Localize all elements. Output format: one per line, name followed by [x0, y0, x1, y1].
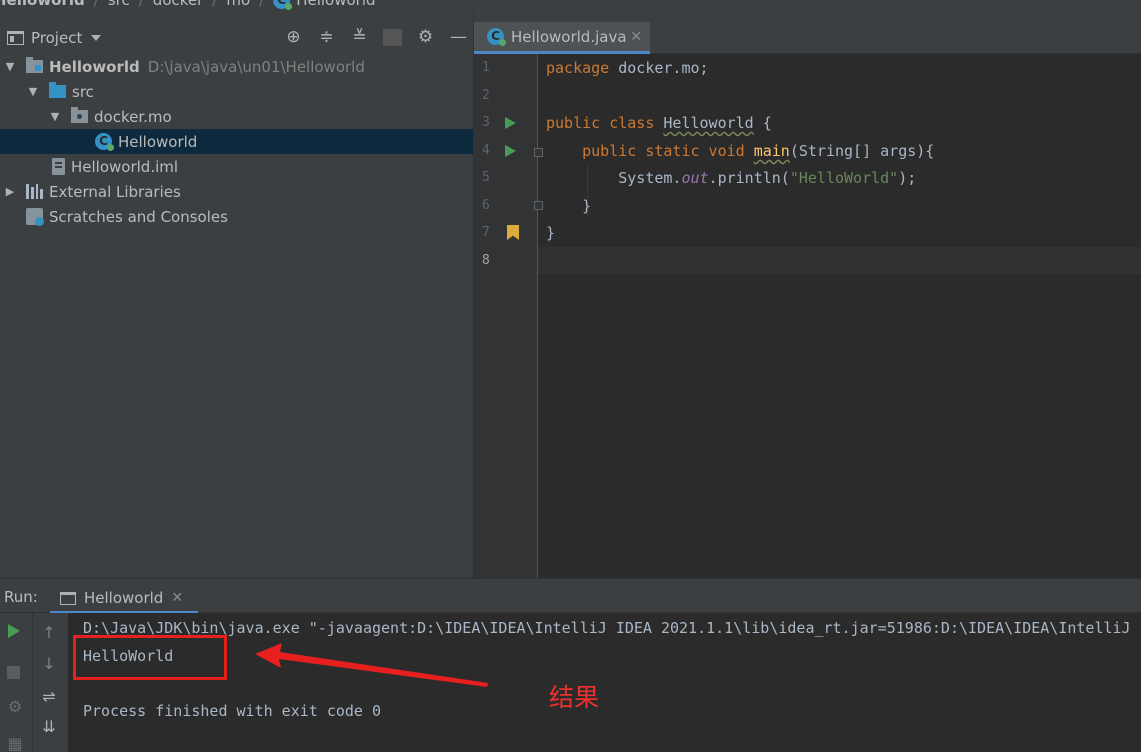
tree-item-class-selected[interactable]: C Helloworld	[0, 129, 473, 154]
code-line-5: System.out.println("HelloWorld");	[546, 169, 917, 187]
expand-all-icon[interactable]: ≑	[317, 25, 336, 50]
library-icon	[26, 184, 43, 199]
navigation-breadcrumb: Helloworld / src / docker / mo / C Hello…	[0, 0, 1141, 12]
tree-item-src[interactable]: ▼ src	[0, 79, 473, 104]
chevron-right-icon[interactable]: ▶	[2, 185, 18, 198]
bookmark-icon[interactable]	[507, 225, 519, 240]
console-icon	[60, 591, 76, 605]
chevron-down-icon	[91, 34, 102, 41]
module-folder-icon	[26, 57, 43, 73]
run-tool-window-header: Run: Helloworld ✕	[0, 578, 1141, 614]
project-path: D:\java\java\un01\Helloworld	[147, 57, 365, 76]
breadcrumb-item-src[interactable]: src	[108, 0, 130, 9]
editor-tab-label: Helloworld.java	[511, 27, 627, 46]
breadcrumb-separator: /	[93, 0, 99, 9]
tree-item-label: Helloworld	[118, 132, 198, 151]
line-number: 1	[482, 60, 490, 75]
soft-wrap-icon[interactable]: ⇌	[38, 687, 60, 706]
editor-tab-helloworld-java[interactable]: C Helloworld.java ✕	[474, 22, 650, 54]
breadcrumb-separator: /	[259, 0, 265, 9]
breadcrumb-item-class[interactable]: Helloworld	[296, 0, 375, 9]
arrow-down-icon[interactable]: ↓	[38, 654, 60, 673]
run-class-icon[interactable]	[505, 117, 516, 129]
tree-item-label: docker.mo	[94, 107, 172, 126]
scroll-to-end-icon[interactable]: ⇊	[38, 717, 60, 736]
line-number: 2	[482, 88, 490, 103]
project-view-selector[interactable]: Project	[7, 25, 102, 50]
tree-item-label: Helloworld.iml	[71, 157, 179, 176]
tree-item-label: External Libraries	[49, 182, 181, 201]
editor-tab-bar: C Helloworld.java ✕	[474, 12, 1141, 54]
tree-item-label: src	[72, 82, 94, 101]
project-panel-header: Project ⊕ ≑ ≚ ⚙ —	[0, 25, 474, 50]
breadcrumb-separator: /	[212, 0, 218, 9]
gear-icon[interactable]: ⚙	[416, 25, 435, 50]
chevron-down-icon[interactable]: ▼	[47, 110, 63, 123]
scratches-icon	[26, 208, 44, 226]
code-line-3: public class Helloworld {	[546, 114, 772, 132]
code-area[interactable]: package docker.mo; public class Hellowor…	[538, 54, 1141, 578]
console-line-exit: Process finished with exit code 0	[83, 702, 382, 720]
tree-item-iml-file[interactable]: Helloworld.iml	[0, 154, 473, 179]
java-class-icon: C	[95, 133, 114, 151]
run-main-icon[interactable]	[505, 145, 516, 157]
code-editor[interactable]: 1 2 3 4 5 6 7 8 package docker.mo; publi…	[474, 54, 1141, 578]
project-tool-window: Project ⊕ ≑ ≚ ⚙ — ▼ Helloworld D:\java\j…	[0, 12, 474, 578]
run-tab-label: Helloworld	[84, 589, 164, 607]
line-number: 6	[482, 198, 490, 213]
run-panel-label: Run:	[4, 588, 38, 606]
code-line-1: package docker.mo;	[546, 59, 709, 77]
stop-icon[interactable]	[7, 666, 20, 679]
editor-gutter: 1 2 3 4 5 6 7 8	[474, 54, 543, 578]
chevron-down-icon[interactable]: ▼	[25, 85, 41, 98]
line-number: 7	[482, 225, 490, 240]
tree-item-project-root[interactable]: ▼ Helloworld D:\java\java\un01\Helloworl…	[0, 54, 473, 79]
java-class-icon: C	[273, 0, 293, 10]
close-icon[interactable]: ✕	[630, 29, 642, 45]
line-number: 4	[482, 143, 490, 158]
run-console-output[interactable]: D:\Java\JDK\bin\java.exe "-javaagent:D:\…	[68, 613, 1141, 752]
toolbar-divider	[383, 29, 402, 46]
run-toolbar: ⚙ ▦ ↑ ↓ ⇌ ⇊	[0, 613, 68, 752]
annotation-highlight-box	[73, 635, 227, 680]
code-line-7: }	[546, 224, 556, 242]
console-line-command: D:\Java\JDK\bin\java.exe "-javaagent:D:\…	[83, 619, 1141, 637]
arrow-up-icon[interactable]: ↑	[38, 623, 60, 642]
tree-item-label: Scratches and Consoles	[49, 207, 228, 226]
source-folder-icon	[49, 82, 66, 98]
layout-icon[interactable]: ▦	[4, 734, 26, 752]
chevron-down-icon[interactable]: ▼	[2, 60, 18, 73]
toolbar-divider	[32, 613, 33, 752]
close-icon[interactable]: ✕	[171, 590, 183, 606]
line-number: 8	[482, 253, 490, 268]
package-folder-icon	[71, 107, 88, 123]
breadcrumb-item-project[interactable]: Helloworld	[0, 0, 85, 9]
java-class-icon: C	[487, 28, 506, 46]
annotation-label: 结果	[549, 683, 600, 712]
tree-item-package[interactable]: ▼ docker.mo	[0, 104, 473, 129]
project-tree: ▼ Helloworld D:\java\java\un01\Helloworl…	[0, 54, 473, 229]
module-file-icon	[52, 158, 65, 175]
code-line-4: public static void main(String[] args){	[582, 142, 935, 160]
project-panel-title: Project	[31, 28, 83, 47]
line-number: 5	[482, 170, 490, 185]
collapse-all-icon[interactable]: ≚	[350, 25, 369, 50]
locate-file-icon[interactable]: ⊕	[284, 25, 303, 50]
tree-item-label: Helloworld	[49, 57, 140, 76]
breadcrumb-item-docker[interactable]: docker	[153, 0, 204, 9]
breadcrumb-item-mo[interactable]: mo	[226, 0, 250, 9]
project-window-icon	[7, 30, 24, 45]
tree-item-external-libraries[interactable]: ▶ External Libraries	[0, 179, 473, 204]
tree-item-scratches[interactable]: Scratches and Consoles	[0, 204, 473, 229]
rerun-icon[interactable]	[8, 624, 20, 638]
line-number: 3	[482, 115, 490, 130]
hide-panel-icon[interactable]: —	[449, 25, 468, 50]
settings-icon[interactable]: ⚙	[4, 697, 26, 716]
breadcrumb-separator: /	[138, 0, 144, 9]
run-tab-helloworld[interactable]: Helloworld ✕	[50, 585, 198, 614]
code-line-6: }	[546, 197, 592, 215]
